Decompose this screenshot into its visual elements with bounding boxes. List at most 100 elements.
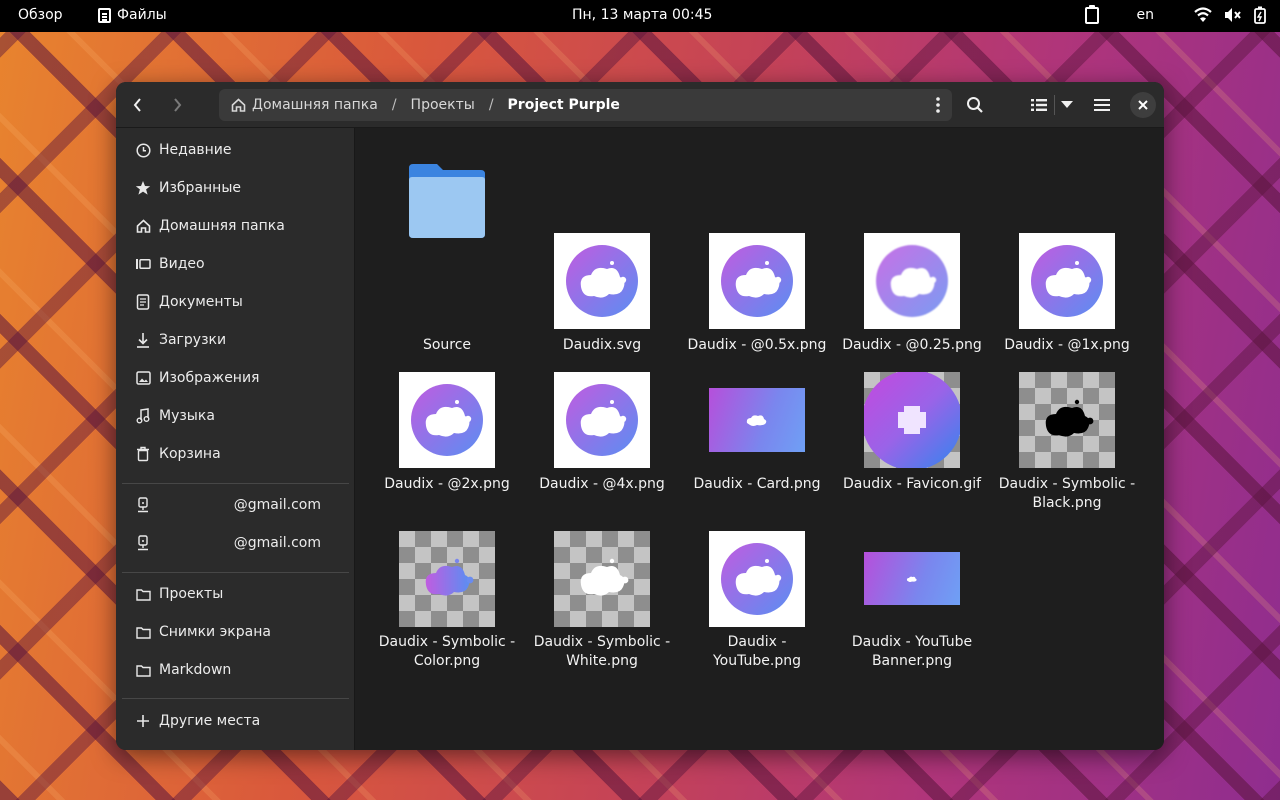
image-thumbnail bbox=[554, 233, 650, 329]
sidebar-item-label: @gmail.com bbox=[233, 535, 321, 551]
forward-button[interactable] bbox=[163, 91, 191, 119]
wifi-icon[interactable] bbox=[1194, 7, 1212, 23]
hamburger-menu-icon bbox=[1094, 99, 1110, 111]
file-name: Daudix - Favicon.gif bbox=[842, 476, 982, 492]
home-icon bbox=[231, 98, 246, 112]
folder-icon bbox=[135, 624, 151, 640]
file-name: Daudix - Symbolic - White.png bbox=[533, 634, 671, 669]
caret-down-icon bbox=[1061, 101, 1073, 108]
top-bar: Обзор Файлы Пн, 13 марта 00:45 en bbox=[0, 0, 1280, 32]
breadcrumb-current[interactable]: Project Purple bbox=[508, 97, 620, 113]
file-name: Daudix - @0.5x.png bbox=[687, 337, 827, 353]
search-icon bbox=[967, 97, 983, 113]
image-thumbnail bbox=[554, 531, 650, 627]
breadcrumb-projects[interactable]: Проекты bbox=[411, 97, 475, 113]
breadcrumb-separator: / bbox=[391, 97, 397, 113]
star-icon bbox=[135, 180, 151, 196]
file-name: Daudix - YouTube.png bbox=[712, 634, 802, 669]
sidebar-item-label: Снимки экрана bbox=[159, 624, 271, 640]
image-thumbnail bbox=[709, 531, 805, 627]
sidebar-item-downloads[interactable]: Загрузки bbox=[116, 322, 355, 358]
breadcrumb-separator: / bbox=[488, 97, 494, 113]
close-icon bbox=[1138, 100, 1148, 110]
main-menu-button[interactable] bbox=[1088, 91, 1116, 119]
breadcrumb-home[interactable]: Домашняя папка bbox=[231, 97, 378, 113]
sidebar-item-music[interactable]: Музыка bbox=[116, 398, 355, 434]
keyboard-layout-indicator[interactable]: en bbox=[1137, 7, 1155, 23]
view-mode-button[interactable] bbox=[1025, 91, 1053, 119]
sidebar-item-label: Недавние bbox=[159, 142, 232, 158]
path-bar[interactable]: Домашняя папка / Проекты / Project Purpl… bbox=[219, 89, 952, 121]
battery-icon[interactable] bbox=[1254, 6, 1266, 24]
file-name: Daudix - Symbolic - Black.png bbox=[998, 476, 1136, 511]
sidebar-item-markdown[interactable]: Markdown bbox=[116, 652, 355, 688]
folder-icon bbox=[135, 586, 151, 602]
clock-icon bbox=[135, 142, 151, 158]
sidebar-item-label: Домашняя папка bbox=[159, 218, 285, 234]
video-icon bbox=[135, 256, 151, 272]
clipboard-icon[interactable] bbox=[1084, 4, 1099, 24]
file-name: Daudix - @1x.png bbox=[1004, 337, 1130, 353]
file-name: Daudix - @4x.png bbox=[539, 476, 665, 492]
view-options-dropdown[interactable] bbox=[1053, 91, 1081, 119]
sidebar-item-label: Видео bbox=[159, 256, 205, 272]
image-thumbnail bbox=[1019, 372, 1115, 468]
search-button[interactable] bbox=[961, 91, 989, 119]
sidebar-item-trash[interactable]: Корзина bbox=[116, 436, 355, 472]
sidebar-item-label: Избранные bbox=[159, 180, 241, 196]
image-thumbnail bbox=[864, 552, 960, 605]
remote-drive-icon bbox=[135, 535, 151, 551]
home-icon bbox=[135, 218, 151, 234]
document-icon bbox=[135, 294, 151, 310]
sidebar-item-label: Markdown bbox=[159, 662, 232, 678]
file-name: Source bbox=[422, 337, 472, 353]
sidebar-item-videos[interactable]: Видео bbox=[116, 246, 355, 282]
trash-icon bbox=[135, 446, 151, 462]
file-name: Daudix - @2x.png bbox=[384, 476, 510, 492]
image-icon bbox=[135, 370, 151, 386]
file-name: Daudix.svg bbox=[562, 337, 642, 353]
kebab-menu-icon[interactable] bbox=[936, 97, 940, 117]
file-name: Daudix - YouTube Banner.png bbox=[851, 634, 973, 669]
file-name: Daudix - @0.25.png bbox=[842, 337, 982, 353]
file-name: Daudix - Symbolic - Color.png bbox=[378, 634, 516, 669]
file-grid: Source Daudix.svg Daudix - @0.5x.png Dau… bbox=[356, 128, 1164, 750]
image-thumbnail bbox=[554, 372, 650, 468]
image-thumbnail bbox=[399, 372, 495, 468]
file-name: Daudix - Card.png bbox=[693, 476, 821, 492]
sidebar-item-label: Документы bbox=[159, 294, 243, 310]
remote-drive-icon bbox=[135, 497, 151, 513]
activities-button[interactable]: Обзор bbox=[18, 7, 63, 23]
sidebar-separator bbox=[122, 572, 349, 573]
list-view-icon bbox=[1031, 99, 1047, 111]
header-bar: Домашняя папка / Проекты / Project Purpl… bbox=[116, 82, 1164, 128]
chevron-right-icon bbox=[174, 98, 182, 112]
sidebar-item-label: Загрузки bbox=[159, 332, 227, 348]
back-button[interactable] bbox=[124, 91, 152, 119]
sidebar-item-pictures[interactable]: Изображения bbox=[116, 360, 355, 396]
sidebar-item-label: @gmail.com bbox=[233, 497, 321, 513]
image-thumbnail bbox=[864, 372, 960, 468]
image-thumbnail bbox=[864, 233, 960, 329]
sidebar-item-home[interactable]: Домашняя папка bbox=[116, 208, 355, 244]
sidebar-item-screenshots[interactable]: Снимки экрана bbox=[116, 614, 355, 650]
sidebar-item-account-1[interactable]: @gmail.com bbox=[116, 487, 355, 523]
app-menu-button[interactable]: Файлы bbox=[98, 7, 167, 23]
image-thumbnail bbox=[709, 233, 805, 329]
sidebar-item-starred[interactable]: Избранные bbox=[116, 170, 355, 206]
sidebar-item-other-locations[interactable]: Другие места bbox=[116, 703, 355, 739]
sidebar-item-label: Другие места bbox=[159, 713, 261, 729]
sidebar-item-account-2[interactable]: @gmail.com bbox=[116, 525, 355, 561]
sidebar-item-documents[interactable]: Документы bbox=[116, 284, 355, 320]
folder-icon bbox=[135, 662, 151, 678]
clock[interactable]: Пн, 13 марта 00:45 bbox=[572, 7, 712, 23]
sidebar-item-recent[interactable]: Недавние bbox=[116, 132, 355, 168]
sidebar-item-label: Изображения bbox=[159, 370, 260, 386]
image-thumbnail bbox=[399, 531, 495, 627]
volume-muted-icon[interactable] bbox=[1224, 7, 1242, 23]
files-window: Домашняя папка / Проекты / Project Purpl… bbox=[116, 82, 1164, 750]
sidebar-item-label: Корзина bbox=[159, 446, 221, 462]
music-icon bbox=[135, 408, 151, 424]
close-button[interactable] bbox=[1130, 92, 1156, 118]
sidebar-item-projects[interactable]: Проекты bbox=[116, 576, 355, 612]
